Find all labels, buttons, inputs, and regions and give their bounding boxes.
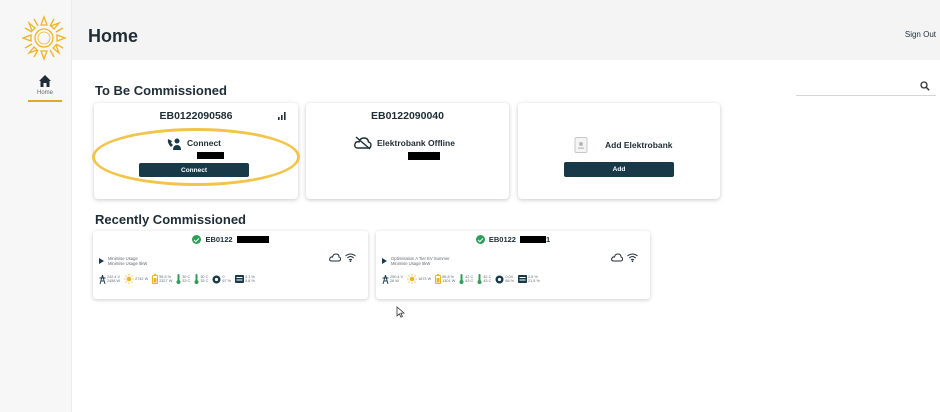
section-title-recently-commissioned: Recently Commissioned: [95, 212, 246, 227]
pylon-icon: [382, 274, 389, 284]
battery-metric: 89.8 % 1301 W: [435, 274, 455, 284]
metrics-row: 242.4 V 2458 W 2742 W 95.5 % 2327 W 30 C…: [99, 274, 255, 284]
card-status: Elektrobank Offline: [354, 136, 455, 150]
battery-metric: 95.5 % 2327 W: [152, 274, 172, 284]
metrics-row: 250.4 V 28 W 1673 W 89.8 % 1301 W 42 C 4…: [382, 274, 540, 284]
device-icon: [574, 137, 588, 153]
page-title: Home: [88, 26, 139, 46]
chip-icon: [212, 275, 221, 283]
mode-row: Minimise Usage Minimise Usage 5kW: [99, 256, 147, 266]
redaction-bar: [519, 236, 546, 243]
mode-secondary: Minimise Usage 5kW: [391, 261, 431, 266]
storage-metric: 3.1 % 3.8 %: [235, 275, 255, 283]
thermometer-icon: [176, 274, 181, 284]
card-header: EB0122 1: [376, 235, 650, 244]
search-icon[interactable]: [920, 81, 930, 91]
temperature-metric: 42 C 43 C: [459, 274, 473, 284]
mode-text: Minimise Usage Minimise Usage 5kW: [108, 256, 147, 266]
redaction-bar: [408, 152, 440, 160]
sidebar: Home: [0, 0, 72, 412]
check-circle-icon: [475, 235, 485, 244]
sidebar-item-home[interactable]: Home: [27, 74, 63, 102]
grid-metric: 242.4 V 2458 W: [99, 274, 120, 284]
add-elektrobank-card: Add Elektrobank Add: [518, 103, 720, 199]
search-bar: [796, 76, 936, 96]
check-circle-icon: [192, 235, 202, 244]
search-input[interactable]: [796, 78, 916, 94]
card-status: Connect: [166, 136, 221, 150]
card-status-label: Elektrobank Offline: [377, 138, 455, 148]
thermometer-icon: [194, 274, 199, 284]
chip-metric: 0 67 %: [212, 275, 231, 284]
pylon-icon: [99, 274, 106, 284]
phone-connect-icon: [167, 138, 181, 150]
card-header: EB0122: [93, 235, 368, 244]
thermometer-icon: [459, 274, 464, 284]
home-icon: [39, 75, 51, 87]
mode-secondary: Minimise Usage 5kW: [108, 261, 148, 266]
commissioned-card[interactable]: EB0122 1 Optimisation A Tier EV Summer M…: [376, 231, 650, 299]
sun-icon: [124, 274, 135, 284]
card-device-id: EB0122: [205, 235, 233, 244]
commission-card: EB0122090040 Elektrobank Offline: [306, 103, 509, 199]
battery-icon: [152, 274, 159, 284]
app: Home Home Sign Out To Be Commissioned EB…: [0, 0, 940, 412]
card-status: Add Elektrobank: [574, 137, 673, 153]
chip-metric: 0.04 66 %: [495, 275, 514, 284]
thermometer-icon: [477, 274, 482, 284]
connection-icons: [611, 253, 638, 262]
mode-text: Optimisation A Tier EV Summer Minimise U…: [391, 256, 450, 266]
section-title-to-be-commissioned: To Be Commissioned: [95, 83, 227, 98]
storage-icon: [235, 275, 244, 283]
play-icon: [382, 258, 387, 264]
sidebar-item-label: Home: [36, 90, 53, 96]
sun-logo-icon: [21, 15, 67, 61]
add-button[interactable]: Add: [564, 162, 674, 177]
redaction-bar: [197, 152, 224, 159]
card-status-label: Connect: [187, 138, 221, 148]
card-device-id: EB0122: [488, 235, 516, 244]
battery-icon: [435, 274, 442, 284]
signal-bars-icon: [278, 112, 286, 120]
card-device-id-suffix: 1: [545, 235, 551, 244]
connection-icons: [329, 253, 356, 262]
cloud-icon: [329, 253, 341, 262]
mode-row: Optimisation A Tier EV Summer Minimise U…: [382, 256, 450, 266]
storage-metric: 2.6 % 21.5 %: [518, 275, 540, 283]
mouse-cursor-icon: [396, 306, 405, 318]
wifi-icon: [627, 253, 638, 262]
redaction-bar: [236, 236, 269, 243]
sign-out-button[interactable]: Sign Out: [905, 30, 936, 39]
storage-icon: [518, 275, 527, 283]
active-indicator: [28, 100, 62, 102]
card-device-id: EB0122090586: [159, 110, 233, 122]
chip-icon: [495, 275, 504, 283]
commissioned-card[interactable]: EB0122 Minimise Usage Minimise Usage 5kW…: [93, 231, 368, 299]
grid-metric: 250.4 V 28 W: [382, 274, 403, 284]
sun-icon: [407, 274, 418, 284]
temperature-metric: 42 C 43 C: [477, 274, 491, 284]
commission-card: EB0122090586 Connect Connect: [94, 103, 298, 199]
solar-metric: 2742 W: [124, 274, 148, 284]
solar-metric: 1673 W: [407, 274, 431, 284]
card-status-label: Add Elektrobank: [605, 140, 673, 150]
play-icon: [99, 258, 104, 264]
temperature-metric: 30 C 33 C: [176, 274, 190, 284]
cloud-offline-icon: [354, 136, 372, 150]
connect-button[interactable]: Connect: [139, 163, 249, 177]
temperature-metric: 30 C 33 C: [194, 274, 208, 284]
card-device-id: EB0122090040: [371, 110, 444, 122]
wifi-icon: [345, 253, 356, 262]
cloud-icon: [611, 253, 623, 262]
header: Home Sign Out: [72, 0, 940, 60]
